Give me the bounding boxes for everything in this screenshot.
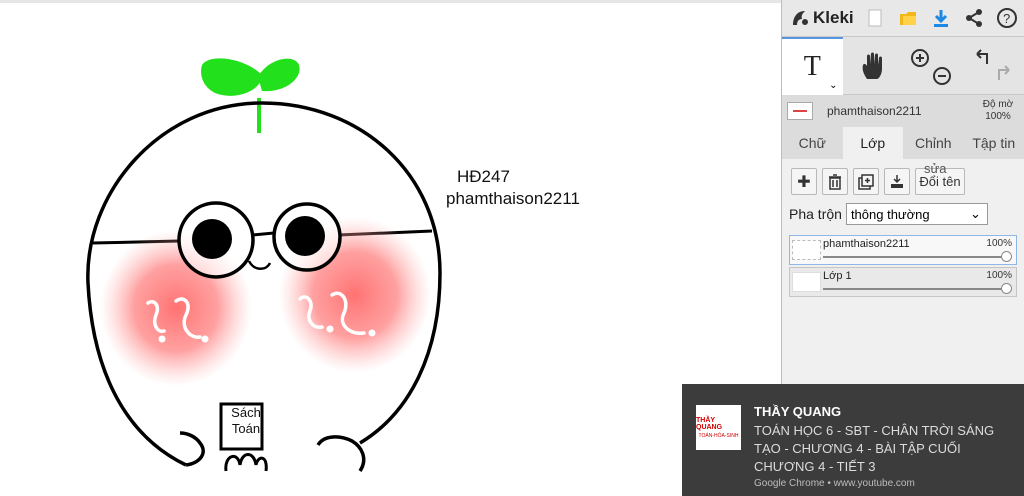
svg-text:?: ? — [1003, 11, 1010, 26]
slider-handle[interactable] — [1001, 251, 1012, 262]
channel-logo: THẦY QUANG TOÁN-HÓA-SINH — [696, 405, 741, 450]
smile — [247, 260, 272, 270]
canvas-text-line2: phamthaison2211 — [446, 189, 580, 208]
book-label-line1: Sách — [231, 405, 261, 420]
panel-tabs: Chữ Lớp Chỉnh Tập tin — [782, 127, 1024, 159]
chrome-notification[interactable]: THẦY QUANG TOÁN-HÓA-SINH THẦY QUANG TOÁN… — [682, 384, 1024, 496]
slider-handle[interactable] — [1001, 283, 1012, 294]
blend-mode-value: thông thường — [850, 206, 930, 222]
character-drawing — [86, 58, 442, 472]
redo-icon — [997, 65, 1010, 80]
feet — [224, 453, 268, 472]
blend-mode-label: Pha trộn — [789, 206, 842, 222]
add-layer-button[interactable]: ✚ — [791, 168, 817, 195]
layer-thumbnail — [792, 240, 821, 260]
layer-list: phamthaison2211 100% Lớp 1 100% — [789, 235, 1017, 297]
plus-icon: ✚ — [797, 173, 811, 191]
notification-title: THẦY QUANG — [754, 404, 842, 419]
merge-layer-button[interactable] — [884, 168, 910, 195]
opacity-label: Độ mờ — [982, 99, 1014, 110]
zoom-buttons — [903, 37, 964, 95]
channel-logo-subtext: TOÁN-HÓA-SINH — [698, 432, 739, 439]
undo-icon — [976, 49, 988, 64]
zoom-out-icon — [933, 67, 952, 85]
kleki-logo-icon — [793, 11, 808, 25]
app-name: Kleki — [813, 8, 854, 27]
eye-right — [285, 216, 325, 256]
current-layer-opacity: Độ mờ 100% — [972, 99, 1024, 123]
canvas-text-line1: HĐ247 — [457, 167, 510, 186]
share-icon — [965, 9, 982, 27]
duplicate-icon — [858, 173, 874, 190]
text-tool-glyph: T — [803, 51, 821, 82]
open-button[interactable] — [891, 0, 924, 37]
top-toolbar: Kleki ? — [782, 0, 1024, 37]
hand-tool-button[interactable] — [843, 37, 904, 95]
layer-opacity: 100% — [986, 270, 1012, 281]
tool-row: T ⌄ — [782, 37, 1024, 95]
text-tool-button[interactable]: T ⌄ — [782, 37, 843, 95]
hand-icon — [862, 52, 882, 79]
new-file-icon — [868, 9, 881, 27]
folder-icon — [899, 12, 916, 25]
current-layer-name: phamthaison2211 — [827, 104, 922, 118]
trash-icon — [829, 173, 841, 190]
sprout-leaf — [201, 58, 262, 96]
tab-text[interactable]: Chữ — [782, 127, 843, 159]
glasses-bridge — [252, 231, 275, 237]
layer-name: phamthaison2211 — [823, 238, 910, 250]
arm-right — [316, 435, 366, 472]
layer-thumbnail — [792, 272, 821, 292]
layer-actions: ✚ sửa Đổi tên — [791, 161, 1017, 195]
help-button[interactable]: ? — [990, 0, 1023, 37]
opacity-value: 100% — [985, 111, 1011, 122]
rename-layer-button[interactable]: sửa Đổi tên — [915, 161, 965, 195]
undo-redo-icons — [976, 49, 1010, 80]
help-icon: ? — [996, 8, 1017, 28]
zoom-in-icon — [911, 49, 930, 67]
undo-redo-buttons — [964, 37, 1024, 95]
rename-overlay-text: sửa — [924, 161, 947, 176]
tab-file[interactable]: Tập tin — [964, 127, 1024, 159]
chevron-down-icon[interactable]: ⌄ — [829, 80, 837, 91]
layer-opacity-slider[interactable] — [823, 256, 1008, 258]
book-label-line2: Toán — [231, 421, 261, 436]
drawing-canvas[interactable]: Sách Toán HĐ247 phamthaison2211 — [0, 3, 781, 496]
chevron-down-icon: ⌄ — [970, 206, 981, 221]
kleki-logo[interactable]: Kleki — [782, 8, 858, 28]
merge-down-icon — [891, 174, 903, 188]
channel-logo-text: THẦY QUANG — [696, 416, 723, 431]
duplicate-layer-button[interactable] — [853, 168, 879, 195]
layer-name: Lớp 1 — [823, 270, 852, 282]
layer-item[interactable]: Lớp 1 100% — [789, 267, 1017, 297]
new-image-button[interactable] — [858, 0, 891, 37]
current-layer-info: phamthaison2211 Độ mờ 100% — [782, 95, 1024, 127]
current-layer-thumbnail — [787, 102, 813, 120]
rename-label: Đổi tên — [919, 174, 961, 189]
sprout-leaf — [258, 58, 300, 92]
notification-body: TOÁN HỌC 6 - SBT - CHÂN TRỜI SÁNG TẠO - … — [754, 423, 995, 474]
blend-mode-row: Pha trộn thông thường ⌄ — [789, 203, 1017, 225]
notification-source: Google Chrome • www.youtube.com — [754, 478, 915, 489]
layer-item[interactable]: phamthaison2211 100% — [789, 235, 1017, 265]
delete-layer-button[interactable] — [822, 168, 848, 195]
arm-left — [179, 431, 205, 467]
layer-opacity: 100% — [986, 238, 1012, 249]
blend-mode-select[interactable]: thông thường ⌄ — [845, 203, 988, 225]
zoom-icons — [911, 49, 952, 85]
tab-layers[interactable]: Lớp — [842, 127, 903, 159]
download-icon — [933, 10, 948, 27]
download-button[interactable] — [924, 0, 957, 37]
share-button[interactable] — [957, 0, 990, 37]
eye-left — [192, 219, 232, 259]
tab-adjust[interactable]: Chỉnh — [903, 127, 964, 159]
layer-opacity-slider[interactable] — [823, 288, 1008, 290]
